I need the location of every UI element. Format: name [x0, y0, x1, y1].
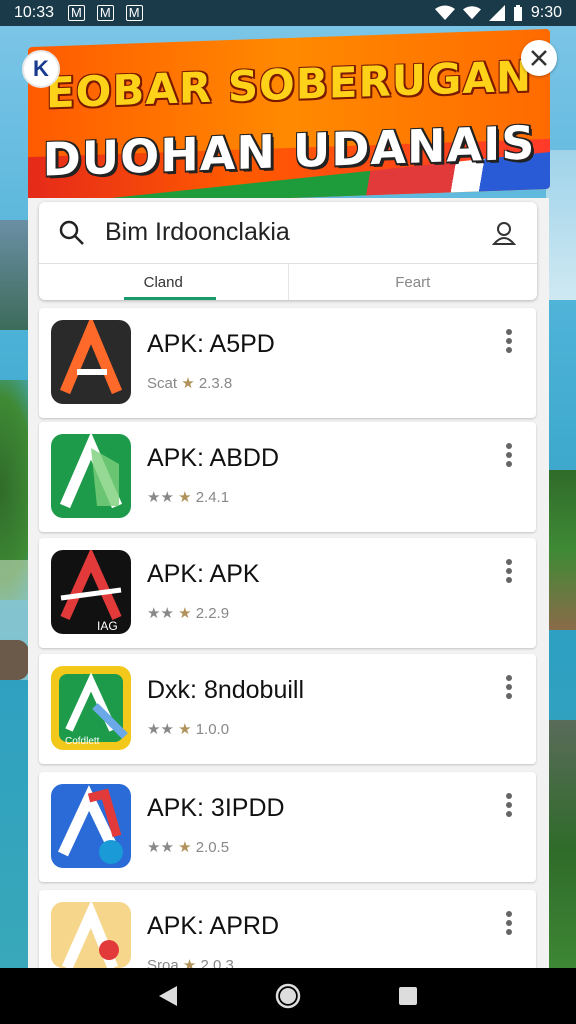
status-time: 10:33	[14, 4, 55, 21]
notification-icon: M	[96, 5, 114, 21]
background-mountain	[0, 220, 30, 330]
search-input[interactable]: Bim Irdoonclakia	[105, 218, 491, 247]
battery-icon	[513, 5, 522, 21]
app-icon[interactable]: Cofdlett	[51, 666, 131, 750]
list-item[interactable]: APK: A5PD Scat ★ 2.3.8	[39, 308, 536, 418]
more-options-icon[interactable]	[504, 792, 514, 818]
search-bar[interactable]: Bim Irdoonclakia	[39, 202, 537, 264]
app-rating: ★★ ★ 2.4.1	[147, 489, 230, 506]
background-palm-right	[546, 720, 576, 980]
tab-feart[interactable]: Feart	[287, 264, 538, 300]
banner-headline: EOBAR SOBERUGAN	[45, 51, 533, 118]
search-icon[interactable]	[59, 220, 85, 246]
list-item[interactable]: APK: APRD Sroa ★ 2.0.3	[39, 890, 536, 968]
app-rating: ★★ ★ 2.2.9	[147, 605, 230, 622]
more-options-icon[interactable]	[504, 442, 514, 468]
tab-cland[interactable]: Cland	[39, 264, 288, 300]
brand-logo-icon: K	[22, 50, 60, 88]
app-title: APK: ABDD	[147, 444, 279, 472]
notification-icon: M	[125, 5, 143, 21]
wifi-icon	[462, 6, 481, 20]
app-title: APK: APRD	[147, 912, 279, 940]
app-rating: Scat ★ 2.3.8	[147, 375, 233, 392]
app-icon-label: IAG	[97, 619, 118, 633]
more-options-icon[interactable]	[504, 910, 514, 936]
navigation-bar	[0, 968, 576, 1024]
app-icon[interactable]	[51, 320, 131, 404]
recents-icon[interactable]	[397, 985, 419, 1007]
more-options-icon[interactable]	[504, 674, 514, 700]
close-button[interactable]	[521, 40, 557, 76]
list-item[interactable]: APK: ABDD ★★ ★ 2.4.1	[39, 422, 536, 532]
more-options-icon[interactable]	[504, 328, 514, 354]
promo-banner[interactable]: EOBAR SOBERUGAN DUOHAN UDANAIS	[28, 28, 550, 208]
app-title: APK: APK	[147, 560, 260, 588]
list-item[interactable]: IAG APK: APK ★★ ★ 2.2.9	[39, 538, 536, 648]
status-clock: 9:30	[530, 4, 562, 21]
app-rating: Sroa ★ 2.0.3	[147, 957, 234, 968]
list-item[interactable]: APK: 3IPDD ★★ ★ 2.0.5	[39, 772, 536, 882]
app-icon[interactable]	[51, 902, 131, 968]
background-island-right	[546, 470, 576, 630]
app-icon-label: Cofdlett	[65, 736, 100, 747]
app-rating: ★★ ★ 1.0.0	[147, 721, 230, 738]
status-bar: 10:33 M M M 9:30	[0, 0, 576, 26]
app-rating: ★★ ★ 2.0.5	[147, 839, 230, 856]
signal-icon	[488, 5, 505, 21]
back-icon[interactable]	[157, 984, 179, 1008]
app-icon[interactable]	[51, 434, 131, 518]
notification-icon: M	[68, 5, 85, 21]
app-icon[interactable]	[51, 784, 131, 868]
home-icon[interactable]	[274, 982, 302, 1010]
close-icon	[531, 50, 547, 66]
more-options-icon[interactable]	[504, 558, 514, 584]
list-item[interactable]: Cofdlett Dxk: 8ndobuill ★★ ★ 1.0.0	[39, 654, 536, 764]
user-icon[interactable]	[491, 220, 517, 246]
app-title: Dxk: 8ndobuill	[147, 676, 305, 704]
background-sky	[546, 150, 576, 300]
app-title: APK: A5PD	[147, 330, 275, 358]
background-rock	[0, 640, 30, 680]
app-title: APK: 3IPDD	[147, 794, 285, 822]
search-card: Bim Irdoonclakia Cland Feart	[39, 202, 537, 300]
app-icon[interactable]: IAG	[51, 550, 131, 634]
tab-bar: Cland Feart	[39, 264, 537, 300]
wifi-icon	[434, 5, 455, 20]
